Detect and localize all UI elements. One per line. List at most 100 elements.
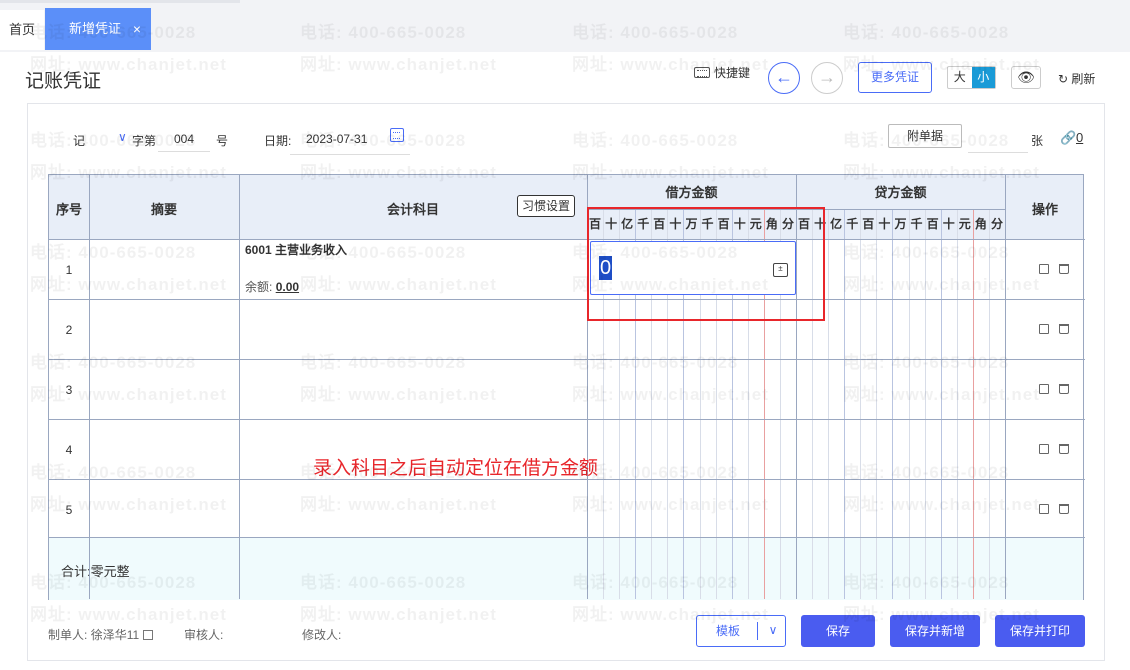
hao-label: 号: [216, 134, 229, 148]
row-actions: [1024, 263, 1084, 277]
edit-icon[interactable]: [143, 630, 154, 640]
digit-divider: [924, 209, 926, 599]
maker-field: 制单人: 徐泽华11: [48, 626, 154, 643]
attach-button[interactable]: 附单据: [888, 124, 962, 148]
habit-settings-button[interactable]: 习惯设置: [517, 195, 575, 217]
tab-home[interactable]: 首页: [0, 10, 44, 50]
digit-divider: [908, 209, 910, 599]
size-large-option[interactable]: 大: [948, 67, 972, 88]
refresh-button[interactable]: ↻ 刷新: [1058, 70, 1095, 87]
debit-digit-header: 百: [717, 217, 730, 231]
debit-digit-header: 十: [669, 217, 682, 231]
reviewer-label: 审核人:: [184, 628, 224, 642]
row-divider: [49, 239, 1085, 240]
template-button[interactable]: 模板 ∨: [696, 615, 786, 647]
prev-voucher-button[interactable]: ←: [768, 62, 800, 94]
debit-amount-value[interactable]: 0: [599, 256, 613, 280]
credit-digit-header: 亿: [830, 217, 843, 231]
copy-icon[interactable]: [1039, 444, 1049, 454]
save-print-button[interactable]: 保存并打印: [995, 615, 1085, 647]
next-voucher-button[interactable]: →: [811, 62, 843, 94]
debit-digit-header: 十: [733, 217, 746, 231]
balance-value[interactable]: 0.00: [276, 280, 299, 294]
row-actions: [1024, 383, 1084, 397]
credit-digit-header: 十: [942, 217, 955, 231]
date-underline: [290, 154, 410, 155]
close-icon[interactable]: ×: [133, 8, 141, 50]
digit-divider: [956, 209, 958, 599]
trash-icon[interactable]: [1059, 264, 1069, 274]
link-icon[interactable]: 🔗: [1060, 130, 1076, 146]
eye-icon[interactable]: 👁: [1011, 66, 1041, 89]
row-divider: [49, 359, 1085, 360]
copy-icon[interactable]: [1039, 264, 1049, 274]
debit-digit-header: 万: [685, 217, 698, 231]
save-button[interactable]: 保存: [801, 615, 875, 647]
copy-icon[interactable]: [1039, 324, 1049, 334]
row-actions: [1024, 503, 1084, 517]
shortcut-button[interactable]: 快捷键: [694, 64, 750, 81]
copy-icon[interactable]: [1039, 384, 1049, 394]
arrow-left-icon: ←: [775, 67, 793, 87]
voucher-type[interactable]: 记: [73, 132, 85, 149]
arrow-right-icon: →: [818, 67, 836, 87]
voucher-number-input[interactable]: 004: [158, 124, 210, 152]
digit-divider: [940, 209, 942, 599]
size-small-option[interactable]: 小: [971, 67, 995, 88]
voucher-panel: 记 ∨ 字第 004 号 日期: 2023-07-31 附单据 张 🔗 0 合计…: [27, 103, 1105, 661]
template-separator: [757, 622, 758, 640]
chevron-down-icon[interactable]: ∨: [761, 616, 785, 644]
trash-icon[interactable]: [1059, 324, 1069, 334]
trash-icon[interactable]: [1059, 444, 1069, 454]
debit-amount-input[interactable]: 0 ±: [590, 241, 796, 295]
tab-topline: [0, 0, 240, 3]
credit-digit-header: 角: [974, 217, 987, 231]
trash-icon[interactable]: [1059, 504, 1069, 514]
credit-digit-header: 百: [862, 217, 875, 231]
header-seq: 序号: [55, 202, 82, 217]
credit-digit-header: 元: [958, 217, 971, 231]
keyboard-icon: [694, 67, 710, 78]
trash-icon[interactable]: [1059, 384, 1069, 394]
copy-icon[interactable]: [1039, 504, 1049, 514]
debit-digit-header: 千: [637, 217, 650, 231]
digit-divider: [988, 209, 990, 599]
tab-new-voucher[interactable]: 新增凭证 ×: [45, 8, 151, 50]
date-input[interactable]: 2023-07-31: [306, 132, 367, 146]
annotation-text: 录入科目之后自动定位在借方金额: [313, 458, 599, 479]
credit-digit-header: 分: [990, 217, 1003, 231]
row1-subject[interactable]: 6001 主营业务收入: [245, 241, 347, 258]
row-seq: 4: [65, 443, 73, 457]
size-toggle: 大 小: [947, 66, 996, 89]
header-summary: 摘要: [150, 202, 177, 217]
credit-digit-header: 十: [878, 217, 891, 231]
debit-digit-header: 分: [781, 217, 794, 231]
digit-divider: [876, 209, 878, 599]
header-ops: 操作: [1031, 202, 1058, 217]
balance-label: 余额:: [245, 280, 273, 294]
row-seq: 3: [65, 383, 73, 397]
header-credit: 贷方金额: [874, 185, 927, 200]
total-text: 合计:零元整: [61, 564, 130, 579]
debit-digit-header: 亿: [621, 217, 634, 231]
save-new-button[interactable]: 保存并新增: [890, 615, 980, 647]
calculator-icon[interactable]: ±: [773, 263, 788, 277]
header-debit: 借方金额: [665, 185, 718, 200]
more-vouchers-button[interactable]: 更多凭证: [858, 62, 932, 93]
credit-digit-header: 百: [797, 217, 810, 231]
maker-value: 徐泽华11: [90, 628, 140, 642]
zi-label: 字第: [132, 134, 157, 148]
amount-header-divider: [587, 209, 1005, 210]
debit-digit-header: 千: [701, 217, 714, 231]
debit-digit-header: 百: [588, 217, 601, 231]
digit-divider: [860, 209, 862, 599]
tab-new-voucher-label: 新增凭证: [69, 21, 122, 36]
attach-count[interactable]: 0: [1076, 130, 1083, 145]
digit-divider: [812, 209, 814, 599]
calendar-icon[interactable]: [390, 128, 404, 142]
template-label: 模板: [715, 624, 740, 638]
row-divider: [49, 537, 1085, 538]
attach-count-underline: [968, 152, 1028, 153]
chevron-down-icon[interactable]: ∨: [118, 130, 127, 144]
credit-digit-header: 百: [926, 217, 939, 231]
